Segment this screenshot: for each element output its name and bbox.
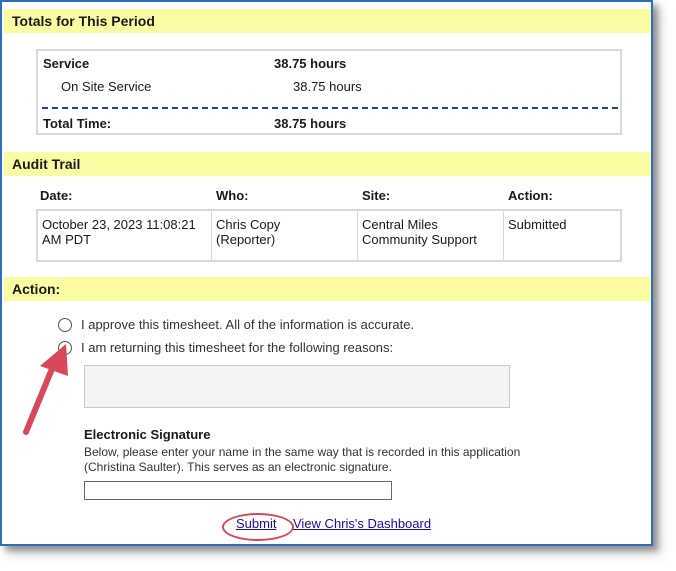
totals-divider bbox=[42, 107, 618, 109]
totals-box: Service 38.75 hours On Site Service 38.7… bbox=[36, 49, 622, 135]
service-label: Service bbox=[43, 56, 90, 71]
service-value: 38.75 hours bbox=[274, 56, 347, 71]
return-label[interactable]: I am returning this timesheet for the fo… bbox=[81, 340, 393, 355]
onsite-service-label: On Site Service bbox=[61, 79, 152, 94]
dashboard-link[interactable]: View Chris's Dashboard bbox=[293, 516, 431, 531]
audit-date-cell: October 23, 2023 11:08:21 AM PDT bbox=[38, 211, 212, 260]
signature-input[interactable] bbox=[84, 481, 392, 500]
signature-desc-line2: (Christina Saulter). This serves as an e… bbox=[84, 460, 392, 474]
signature-title: Electronic Signature bbox=[84, 427, 211, 442]
totals-section-header: Totals for This Period bbox=[4, 9, 651, 33]
audit-table: October 23, 2023 11:08:21 AM PDT Chris C… bbox=[36, 209, 622, 262]
audit-col-date: Date: bbox=[40, 188, 73, 203]
audit-col-action: Action: bbox=[508, 188, 553, 203]
audit-who-cell: Chris Copy (Reporter) bbox=[212, 211, 358, 260]
signature-desc-line1: Below, please enter your name in the sam… bbox=[84, 445, 521, 459]
audit-site-cell: Central Miles Community Support bbox=[358, 211, 504, 260]
audit-section-header: Audit Trail bbox=[4, 152, 651, 176]
signature-description: Below, please enter your name in the sam… bbox=[84, 445, 574, 475]
audit-action-value: Submitted bbox=[508, 217, 567, 232]
onsite-service-value: 38.75 hours bbox=[293, 79, 362, 94]
audit-action-cell: Submitted bbox=[504, 211, 620, 260]
audit-col-site: Site: bbox=[362, 188, 391, 203]
audit-date-line2: AM PDT bbox=[42, 232, 92, 247]
audit-col-who: Who: bbox=[216, 188, 249, 203]
audit-who-line2: (Reporter) bbox=[216, 232, 276, 247]
timesheet-panel: Totals for This Period Service 38.75 hou… bbox=[0, 0, 653, 546]
approve-label[interactable]: I approve this timesheet. All of the inf… bbox=[81, 317, 414, 332]
total-time-value: 38.75 hours bbox=[274, 116, 347, 131]
submit-highlight-circle bbox=[222, 513, 294, 541]
audit-site-line2: Community Support bbox=[362, 232, 477, 247]
action-section-header: Action: bbox=[4, 277, 651, 301]
audit-date-line1: October 23, 2023 11:08:21 bbox=[42, 217, 196, 232]
pointer-arrow-icon bbox=[23, 344, 68, 435]
return-reasons-textarea[interactable] bbox=[84, 365, 510, 408]
total-time-label: Total Time: bbox=[43, 116, 112, 131]
approve-radio[interactable] bbox=[58, 318, 72, 332]
audit-site-line1: Central Miles bbox=[362, 217, 438, 232]
audit-who-line1: Chris Copy bbox=[216, 217, 281, 232]
